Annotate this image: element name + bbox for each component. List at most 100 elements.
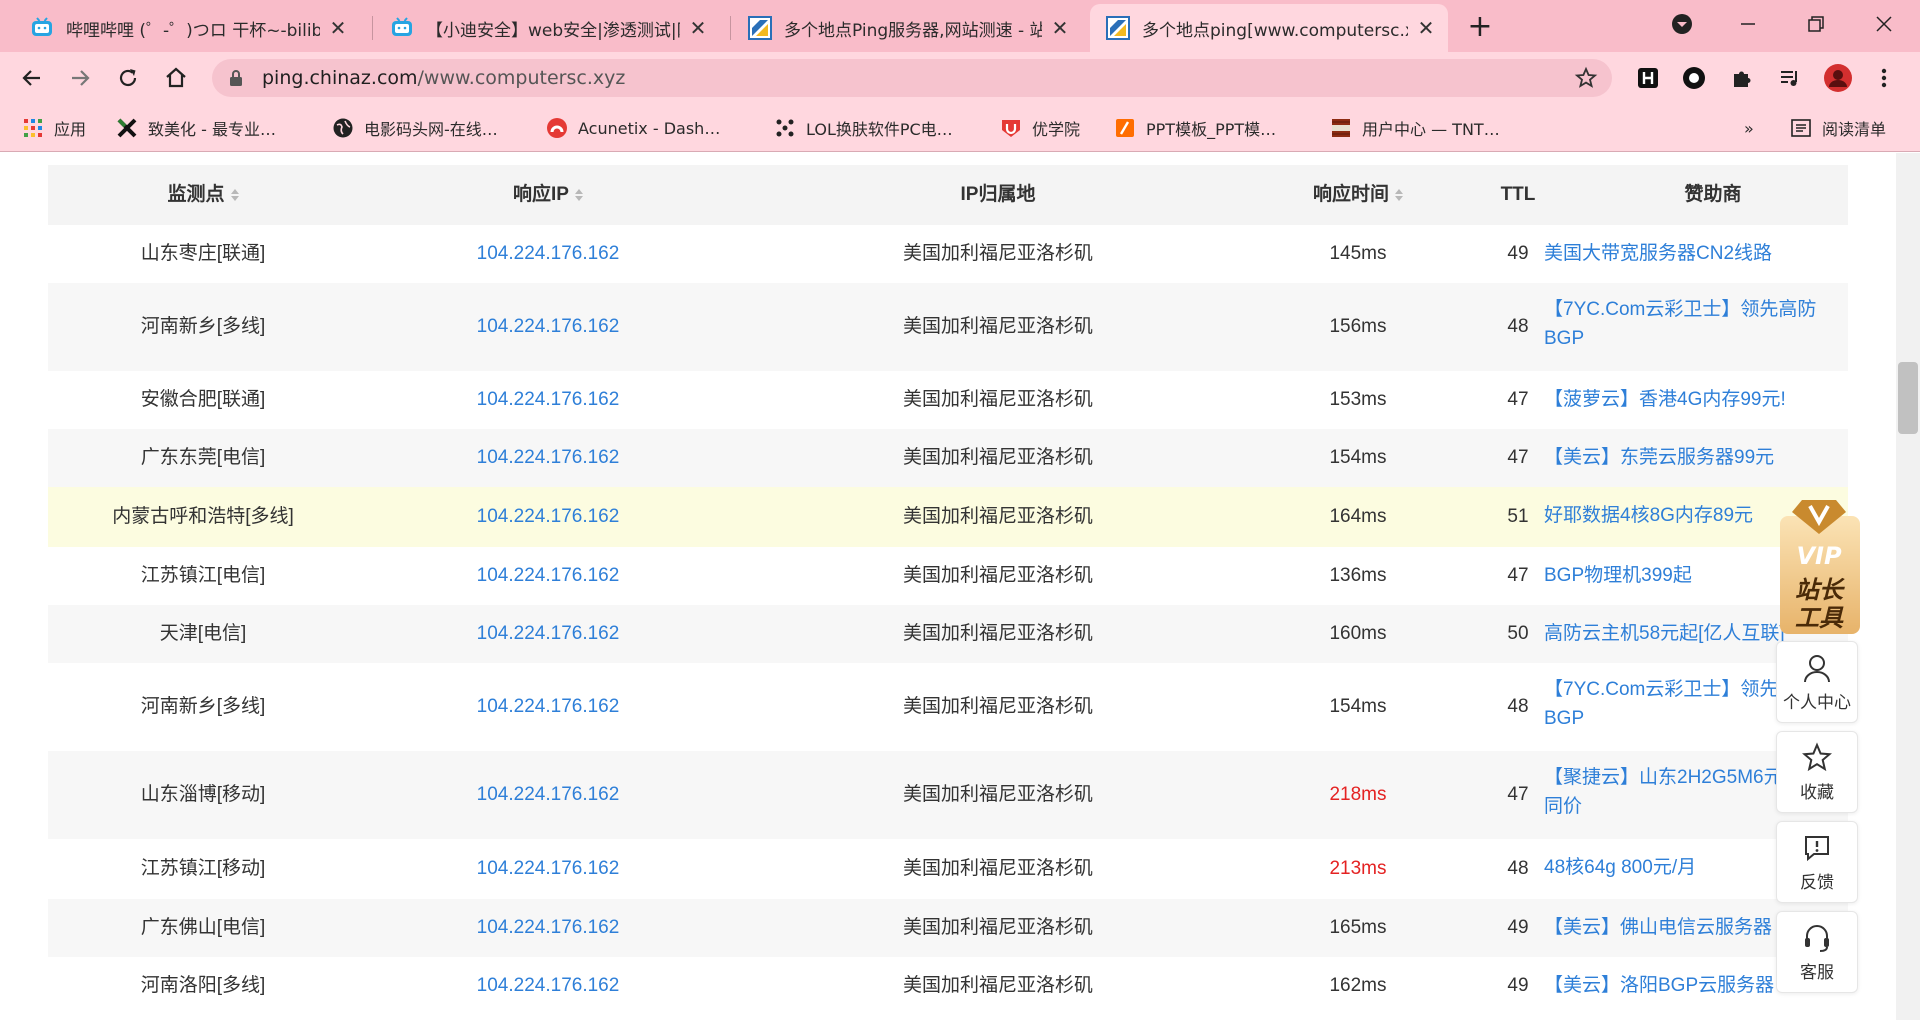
menu-button[interactable] — [1868, 62, 1900, 94]
column-header-site[interactable]: 监测点 — [48, 165, 358, 225]
sort-icon[interactable] — [1395, 188, 1403, 201]
cell-time: 218ms — [1329, 784, 1387, 805]
bookmarks-bar: 应用 致美化 - 最专业… 电影码头网-在线… Acunetix - Dash…… — [0, 104, 1920, 152]
bilibili-icon — [390, 16, 414, 40]
address-bar[interactable]: ping.chinaz.com/www.computersc.xyz — [212, 59, 1612, 97]
reload-button[interactable] — [110, 60, 146, 96]
close-icon[interactable]: ✕ — [1050, 18, 1070, 38]
close-icon[interactable]: ✕ — [1416, 18, 1436, 38]
extensions-button[interactable] — [1726, 62, 1758, 94]
tab-title: 【小迪安全】web安全|渗透测试|网络安全 — [426, 20, 680, 41]
media-control-button[interactable] — [1774, 62, 1806, 94]
ppt-icon — [1114, 117, 1136, 139]
feedback-button[interactable]: 反馈 — [1776, 821, 1858, 903]
scrollbar-thumb[interactable] — [1898, 362, 1918, 434]
tab-search-button[interactable] — [1654, 4, 1710, 44]
globe-icon — [332, 117, 354, 139]
youxueyuan-icon — [1000, 117, 1022, 139]
customer-service-button[interactable]: 客服 — [1776, 911, 1858, 993]
cell-ip[interactable]: 104.224.176.162 — [378, 429, 718, 487]
tnt-icon — [1330, 117, 1352, 139]
cell-site: 广东东莞[电信] — [140, 447, 266, 468]
minimize-button[interactable] — [1720, 4, 1776, 44]
cell-ip[interactable]: 104.224.176.162 — [378, 957, 718, 1015]
cell-ip[interactable]: 104.224.176.162 — [378, 899, 718, 957]
column-header-time[interactable]: 响应时间 — [1238, 165, 1478, 225]
cell-ip[interactable]: 104.224.176.162 — [378, 225, 718, 283]
bookmark-dianying[interactable]: 电影码头网-在线… — [332, 114, 498, 142]
cell-location: 美国加利福尼亚洛杉矶 — [902, 917, 1093, 938]
vip-tools-badge[interactable]: VIP 站长 工具 — [1776, 490, 1862, 636]
cell-sponsor[interactable]: 【菠萝云】香港4G内存99元! — [1544, 385, 1838, 414]
cell-time: 154ms — [1329, 696, 1387, 717]
tab-ping-chinaz[interactable]: 多个地点Ping服务器,网站测速 - 站长工具 ✕ — [732, 4, 1082, 52]
bookmarks-overflow-button[interactable]: » — [1744, 114, 1754, 142]
bookmark-zhimeihua[interactable]: 致美化 - 最专业… — [116, 114, 276, 142]
header-label: 响应IP — [513, 184, 569, 205]
cell-ip[interactable]: 104.224.176.162 — [378, 371, 718, 429]
tab-xiaodi[interactable]: 【小迪安全】web安全|渗透测试|网络安全 ✕ — [374, 4, 720, 52]
bookmark-label: 致美化 - 最专业… — [148, 120, 276, 139]
acunetix-icon — [546, 117, 568, 139]
lock-icon[interactable] — [226, 68, 246, 88]
forward-arrow-icon — [72, 70, 90, 86]
cell-site: 天津[电信] — [159, 623, 247, 644]
favorite-label: 收藏 — [1800, 783, 1834, 802]
ping-results-panel: 监测点 响应IP IP归属地 响应时间 TTL 赞助商 山东枣庄[联通] 104.… — [48, 153, 1848, 1020]
sort-icon[interactable] — [230, 188, 239, 201]
restore-icon — [1808, 16, 1824, 32]
profile-button[interactable] — [1822, 62, 1854, 94]
back-button[interactable] — [14, 60, 50, 96]
cell-ip[interactable]: 104.224.176.162 — [378, 839, 718, 899]
reload-icon — [119, 69, 137, 87]
cell-sponsor[interactable]: 【美云】东莞云服务器99元 — [1544, 443, 1838, 472]
bookmark-acunetix[interactable]: Acunetix - Dash… — [546, 114, 720, 142]
column-header-ip[interactable]: 响应IP — [378, 165, 718, 225]
cell-ip[interactable]: 104.224.176.162 — [378, 751, 718, 839]
home-button[interactable] — [158, 60, 194, 96]
table-row: 河南洛阳[多线] 104.224.176.162 美国加利福尼亚洛杉矶 162ms 49… — [48, 957, 1848, 1015]
column-header-ttl: TTL — [1458, 165, 1578, 225]
cell-site: 河南洛阳[多线] — [140, 975, 266, 996]
cell-time: 154ms — [1329, 447, 1387, 468]
vip-label: VIP — [1796, 542, 1842, 570]
close-icon[interactable]: ✕ — [688, 18, 708, 38]
cell-sponsor[interactable]: 美国大带宽服务器CN2线路 — [1544, 239, 1838, 268]
bookmark-youxueyuan[interactable]: 优学院 — [1000, 114, 1080, 142]
sort-icon[interactable] — [574, 188, 583, 201]
cell-ip[interactable]: 104.224.176.162 — [378, 605, 718, 663]
table-row: 江苏镇江[电信] 104.224.176.162 美国加利福尼亚洛杉矶 136ms 47… — [48, 547, 1848, 605]
forward-button[interactable] — [62, 60, 98, 96]
extension-circle[interactable] — [1678, 62, 1710, 94]
cell-location: 美国加利福尼亚洛杉矶 — [902, 623, 1093, 644]
new-tab-button[interactable]: + — [1462, 10, 1498, 46]
vertical-scrollbar[interactable] — [1896, 153, 1920, 1020]
tab-ping-computersc[interactable]: 多个地点ping[www.computersc.xyz] ✕ — [1090, 4, 1448, 52]
star-icon — [1802, 742, 1832, 772]
tab-bilibili[interactable]: 哔哩哔哩 (゜-゜)つロ 干杯~-bilibili ✕ — [14, 4, 360, 52]
cell-ip[interactable]: 104.224.176.162 — [378, 283, 718, 371]
cell-ip[interactable]: 104.224.176.162 — [378, 487, 718, 547]
favorite-button[interactable]: 收藏 — [1776, 731, 1858, 813]
bookmark-apps[interactable]: 应用 — [22, 114, 86, 142]
cell-ip[interactable]: 104.224.176.162 — [378, 547, 718, 605]
bookmark-lol[interactable]: LOL换肤软件PC电… — [774, 114, 953, 142]
cell-ip[interactable]: 104.224.176.162 — [378, 663, 718, 751]
reading-list-button[interactable]: 阅读清单 — [1790, 114, 1886, 142]
cell-sponsor[interactable]: 【7YC.Com云彩卫士】领先高防BGP — [1544, 295, 1838, 353]
table-row: 江苏镇江[移动] 104.224.176.162 美国加利福尼亚洛杉矶 213ms 48… — [48, 839, 1848, 899]
close-icon[interactable]: ✕ — [328, 18, 348, 38]
avatar-icon — [1824, 64, 1852, 92]
cell-site: 江苏镇江[电信] — [140, 565, 266, 586]
url-text[interactable]: ping.chinaz.com/www.computersc.xyz — [262, 59, 625, 97]
cell-location: 美国加利福尼亚洛杉矶 — [902, 243, 1093, 264]
profile-center-button[interactable]: 个人中心 — [1776, 641, 1858, 723]
restore-button[interactable] — [1788, 4, 1844, 44]
bookmark-tnt[interactable]: 用户中心 — TNT… — [1330, 114, 1500, 142]
bookmark-ppt[interactable]: PPT模板_PPT模… — [1114, 114, 1276, 142]
bookmark-star-icon[interactable] — [1574, 66, 1598, 90]
tab-search-icon — [1672, 14, 1692, 34]
cell-time: 160ms — [1329, 623, 1387, 644]
close-window-button[interactable] — [1856, 4, 1912, 44]
extension-h[interactable] — [1632, 62, 1664, 94]
